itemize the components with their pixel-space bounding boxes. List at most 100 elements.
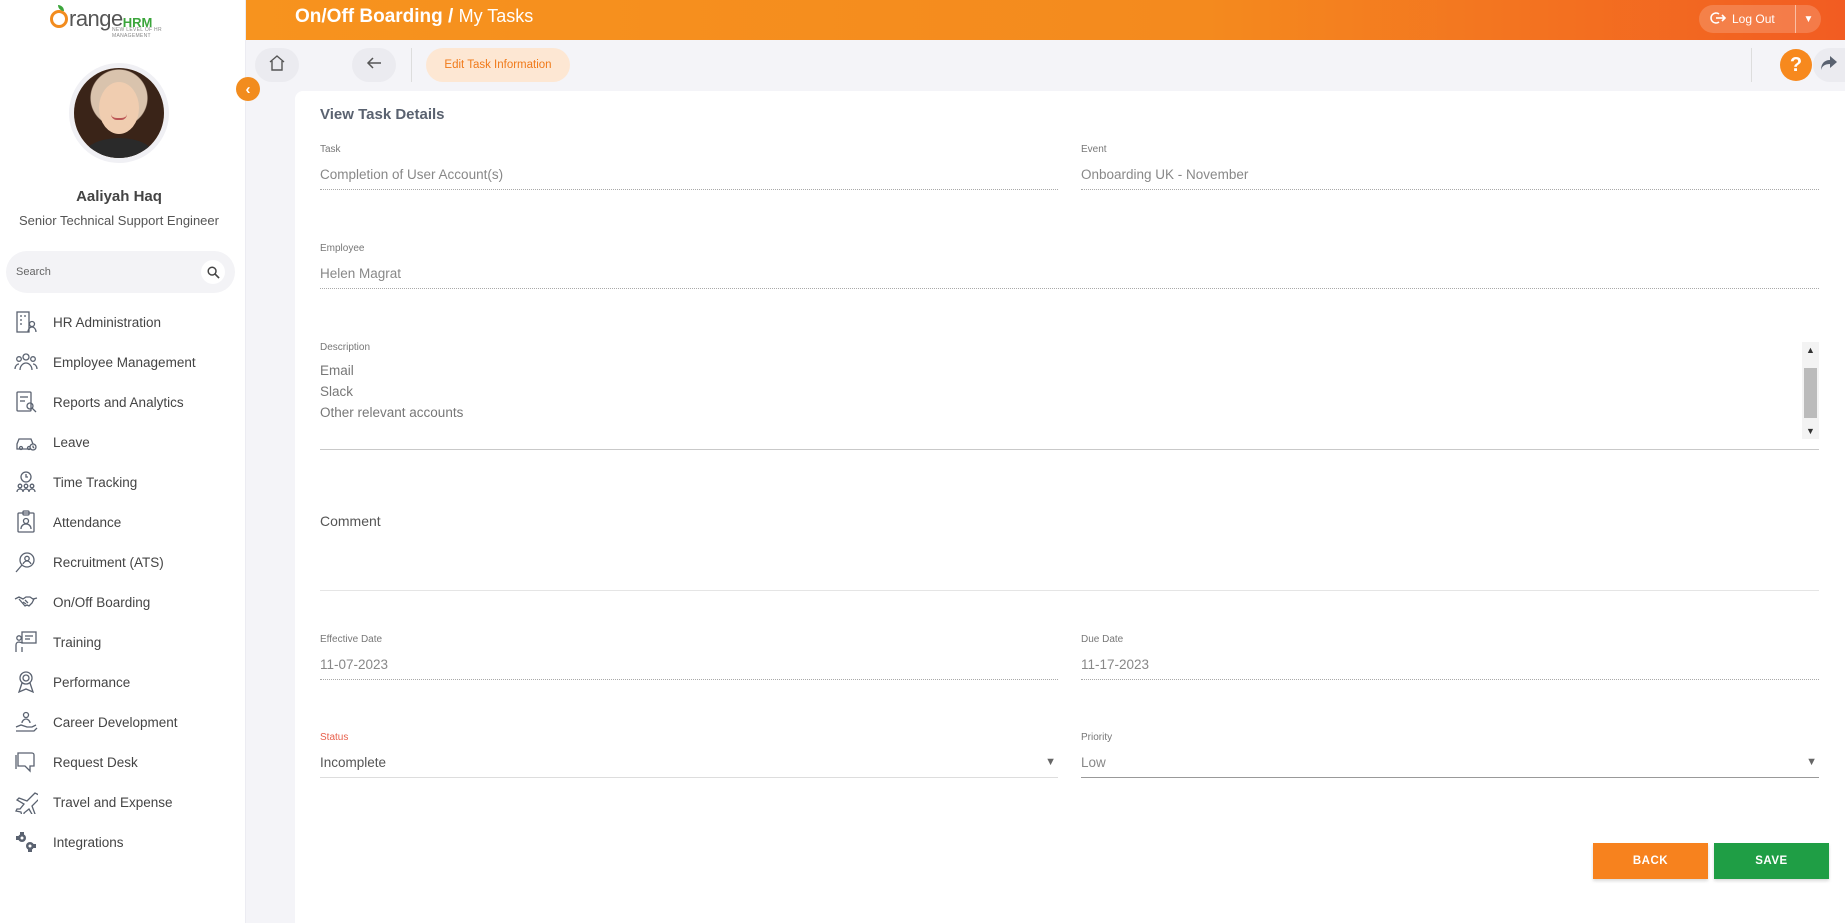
sidebar-search[interactable]: Search: [6, 251, 235, 293]
puzzle-gear-icon: [12, 829, 39, 856]
sidebar-item-training[interactable]: Training: [12, 622, 242, 662]
comment-field[interactable]: Comment: [320, 513, 1819, 591]
sidebar-menu: HR Administration Employee Management Re…: [12, 302, 242, 862]
career-hand-icon: [12, 709, 39, 736]
report-search-icon: [12, 389, 39, 416]
sidebar-item-time-tracking[interactable]: Time Tracking: [12, 462, 242, 502]
share-arrow-icon: [1821, 55, 1837, 75]
page-title: On/Off Boarding / My Tasks: [295, 6, 533, 28]
toolbar-divider: [411, 48, 412, 82]
tab-edit-task-information[interactable]: Edit Task Information: [426, 48, 570, 82]
sidebar-item-on-off-boarding[interactable]: On/Off Boarding: [12, 582, 242, 622]
building-person-icon: [12, 309, 39, 336]
attendance-badge-icon: [12, 509, 39, 536]
scroll-down-icon[interactable]: ▼: [1802, 423, 1819, 439]
sidebar-item-request-desk[interactable]: Request Desk: [12, 742, 242, 782]
scroll-thumb[interactable]: [1804, 368, 1817, 418]
employee-field: Employee Helen Magrat: [320, 243, 1819, 289]
task-field: Task Completion of User Account(s): [320, 144, 1058, 190]
sidebar-item-reports-and-analytics[interactable]: Reports and Analytics: [12, 382, 242, 422]
comment-label: Comment: [320, 513, 381, 529]
form-title: View Task Details: [320, 106, 445, 123]
home-button[interactable]: [255, 48, 299, 82]
status-label: Status: [320, 732, 349, 743]
priority-value[interactable]: Low: [1081, 755, 1106, 770]
title-separator: /: [442, 6, 459, 27]
description-line: Email: [320, 363, 354, 378]
sidebar-item-travel-and-expense[interactable]: Travel and Expense: [12, 782, 242, 822]
help-button[interactable]: ?: [1780, 49, 1812, 81]
description-scrollbar[interactable]: ▲ ▼: [1802, 342, 1819, 439]
request-desk-icon: [12, 749, 39, 776]
recruit-search-icon: [12, 549, 39, 576]
arrow-left-icon: [366, 56, 382, 75]
avatar[interactable]: [69, 63, 169, 163]
clock-people-icon: [12, 469, 39, 496]
due-date-field: Due Date 11-17-2023: [1081, 634, 1819, 680]
sidebar-item-hr-administration[interactable]: HR Administration: [12, 302, 242, 342]
sidebar-item-recruitment-ats[interactable]: Recruitment (ATS): [12, 542, 242, 582]
chevron-left-icon: ‹: [245, 80, 251, 98]
question-icon: ?: [1789, 53, 1803, 76]
logout-icon: [1709, 11, 1727, 28]
sidebar-item-employee-management[interactable]: Employee Management: [12, 342, 242, 382]
user-title: Senior Technical Support Engineer: [19, 213, 219, 228]
share-button[interactable]: [1813, 48, 1845, 82]
save-button[interactable]: SAVE: [1714, 843, 1829, 879]
employee-label: Employee: [320, 243, 365, 254]
task-value: Completion of User Account(s): [320, 167, 504, 182]
status-value[interactable]: Incomplete: [320, 755, 386, 770]
priority-select[interactable]: Priority Low ▼: [1081, 732, 1819, 778]
people-group-icon: [12, 349, 39, 376]
priority-label: Priority: [1081, 732, 1113, 743]
logout-label: Log Out: [1732, 12, 1775, 26]
sidebar-item-leave[interactable]: Leave: [12, 422, 242, 462]
search-input[interactable]: Search: [16, 266, 201, 278]
back-button[interactable]: BACK: [1593, 843, 1708, 879]
handshake-icon: [12, 589, 39, 616]
logo-orange-icon: [50, 5, 68, 28]
employee-value: Helen Magrat: [320, 266, 402, 281]
due-date-value: 11-17-2023: [1081, 657, 1150, 672]
logo-tagline: NEW LEVEL OF HR MANAGEMENT: [112, 27, 162, 39]
collapse-sidebar-button[interactable]: ‹: [236, 77, 260, 101]
due-date-label: Due Date: [1081, 634, 1124, 645]
sidebar: range HRM NEW LEVEL OF HR MANAGEMENT Aal…: [0, 0, 246, 923]
sidebar-item-career-development[interactable]: Career Development: [12, 702, 242, 742]
priority-dropdown-icon[interactable]: ▼: [1806, 756, 1817, 768]
scroll-up-icon[interactable]: ▲: [1802, 342, 1819, 358]
effective-date-value: 11-07-2023: [320, 657, 389, 672]
description-line: Slack: [320, 384, 354, 399]
orangehrm-logo[interactable]: range HRM NEW LEVEL OF HR MANAGEMENT: [50, 4, 190, 39]
effective-date-label: Effective Date: [320, 634, 383, 645]
logout-dropdown-caret-icon[interactable]: ▼: [1795, 5, 1821, 33]
event-field: Event Onboarding UK - November: [1081, 144, 1819, 190]
event-label: Event: [1081, 144, 1107, 155]
toolbar: Edit Task Information ?: [246, 40, 1845, 90]
sidebar-item-integrations[interactable]: Integrations: [12, 822, 242, 862]
user-name: Aaliyah Haq: [76, 188, 162, 205]
breadcrumb-my-tasks[interactable]: My Tasks: [459, 6, 534, 26]
status-select[interactable]: Status Incomplete ▼: [320, 732, 1058, 778]
logout-button[interactable]: Log Out ▼: [1699, 5, 1821, 33]
airplane-icon: [12, 789, 39, 816]
sidebar-item-performance[interactable]: Performance: [12, 662, 242, 702]
home-icon: [268, 54, 286, 77]
training-board-icon: [12, 629, 39, 656]
description-line: Other relevant accounts: [320, 405, 464, 420]
description-field[interactable]: Description Email Slack Other relevant a…: [320, 342, 1819, 450]
search-icon[interactable]: [201, 260, 225, 284]
status-dropdown-icon[interactable]: ▼: [1045, 756, 1056, 768]
effective-date-field: Effective Date 11-07-2023: [320, 634, 1058, 680]
performance-medal-icon: [12, 669, 39, 696]
description-text[interactable]: Email Slack Other relevant accounts: [320, 360, 463, 423]
top-header: On/Off Boarding / My Tasks Log Out ▼: [246, 0, 1845, 40]
event-value: Onboarding UK - November: [1081, 167, 1249, 182]
back-arrow-button[interactable]: [352, 48, 396, 82]
sidebar-item-attendance[interactable]: Attendance: [12, 502, 242, 542]
task-details-card: View Task Details Task Completion of Use…: [295, 91, 1845, 923]
module-title: On/Off Boarding: [295, 6, 443, 27]
description-label: Description: [320, 342, 371, 353]
toolbar-divider-right: [1751, 48, 1752, 82]
task-label: Task: [320, 144, 341, 155]
